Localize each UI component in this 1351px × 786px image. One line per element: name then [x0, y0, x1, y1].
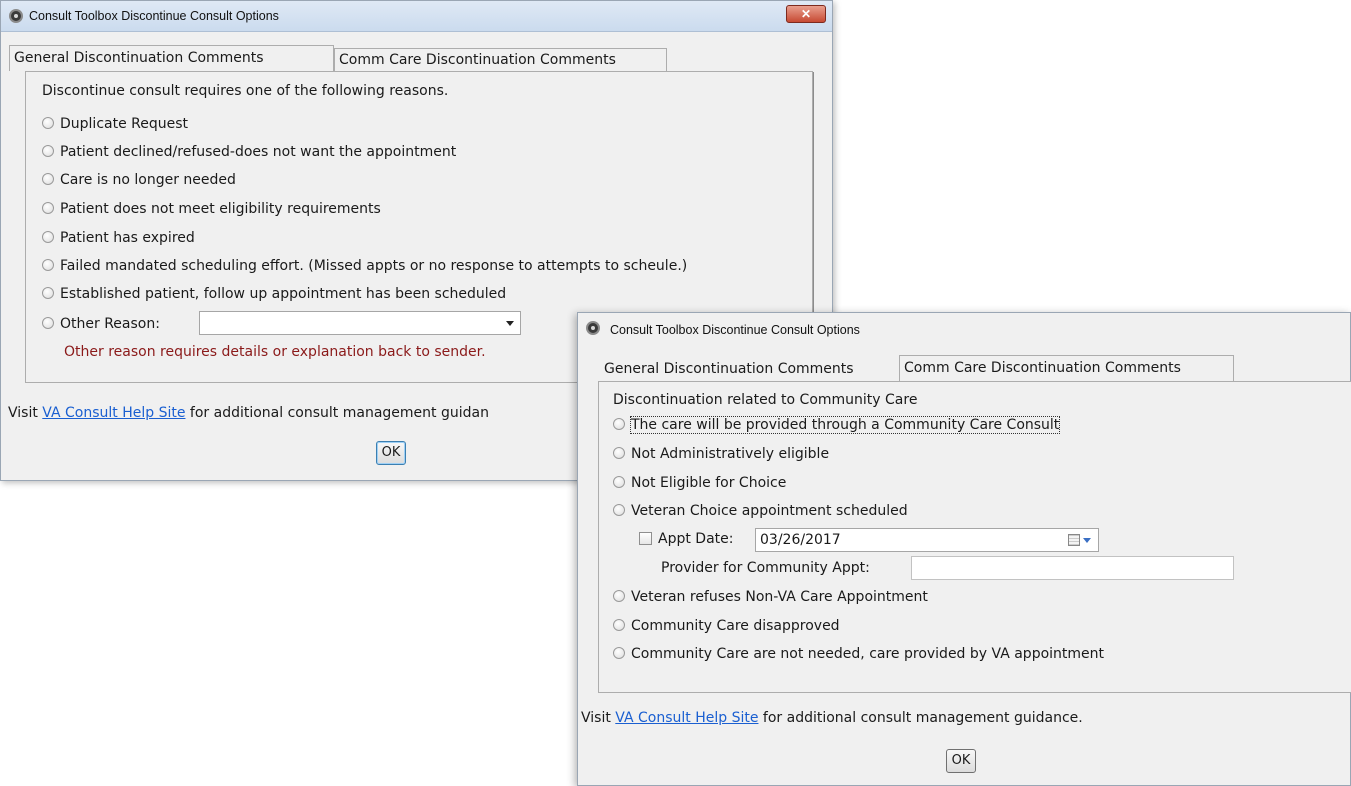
appt-date-checkbox[interactable] — [639, 532, 652, 545]
provider-label: Provider for Community Appt: — [661, 560, 870, 576]
radio-label: Care is no longer needed — [60, 172, 236, 188]
help-footer: Visit VA Consult Help Site for additiona… — [8, 403, 489, 423]
radio-label: Community Care disapproved — [631, 618, 840, 634]
reason-patient-declined[interactable]: Patient declined/refused-does not want t… — [42, 142, 456, 162]
tab-label: Comm Care Discontinuation Comments — [904, 360, 1181, 376]
radio-button[interactable] — [42, 317, 54, 329]
footer-text: Visit — [8, 405, 43, 421]
reason-veteran-refuses[interactable]: Veteran refuses Non-VA Care Appointment — [613, 587, 928, 607]
reason-failed-scheduling[interactable]: Failed mandated scheduling effort. (Miss… — [42, 256, 687, 276]
title-bar[interactable]: Consult Toolbox Discontinue Consult Opti… — [578, 313, 1350, 343]
appt-date-picker[interactable]: 03/26/2017 — [755, 528, 1099, 552]
chevron-down-icon[interactable] — [1083, 538, 1091, 543]
tab-comm-care-discontinuation[interactable]: Comm Care Discontinuation Comments — [334, 48, 667, 71]
reason-not-eligible[interactable]: Patient does not meet eligibility requir… — [42, 199, 381, 219]
radio-button[interactable] — [613, 647, 625, 659]
reason-veteran-choice-scheduled[interactable]: Veteran Choice appointment scheduled — [613, 501, 908, 521]
radio-button[interactable] — [613, 418, 625, 430]
radio-button[interactable] — [42, 259, 54, 271]
reason-community-care-disapproved[interactable]: Community Care disapproved — [613, 616, 840, 636]
intro-text: Discontinuation related to Community Car… — [613, 392, 918, 408]
tab-label: General Discontinuation Comments — [604, 361, 854, 377]
footer-text: for additional consult management guidan — [185, 405, 489, 421]
tab-label: Comm Care Discontinuation Comments — [339, 52, 616, 68]
tab-general-discontinuation[interactable]: General Discontinuation Comments — [600, 358, 899, 381]
intro-text: Discontinue consult requires one of the … — [42, 83, 449, 99]
radio-button[interactable] — [42, 173, 54, 185]
footer-text: for additional consult management guidan… — [758, 710, 1083, 726]
radio-button[interactable] — [613, 619, 625, 631]
radio-label: Established patient, follow up appointme… — [60, 286, 507, 302]
radio-button[interactable] — [42, 117, 54, 129]
window-title: Consult Toolbox Discontinue Consult Opti… — [610, 323, 860, 337]
radio-button[interactable] — [613, 590, 625, 602]
radio-label: Failed mandated scheduling effort. (Miss… — [60, 258, 688, 274]
va-seal-icon — [9, 9, 23, 23]
reason-established-patient[interactable]: Established patient, follow up appointme… — [42, 284, 506, 304]
appt-date-label: Appt Date: — [658, 531, 734, 547]
radio-button[interactable] — [42, 202, 54, 214]
title-bar[interactable]: Consult Toolbox Discontinue Consult Opti… — [1, 1, 832, 32]
tab-strip: General Discontinuation Comments Comm Ca… — [9, 45, 829, 71]
close-button[interactable]: ✕ — [786, 5, 826, 23]
radio-label: Community Care are not needed, care prov… — [631, 646, 1105, 662]
radio-label: Veteran refuses Non-VA Care Appointment — [631, 589, 928, 605]
radio-button[interactable] — [613, 476, 625, 488]
radio-label: Patient declined/refused-does not want t… — [60, 144, 457, 160]
reason-not-admin-eligible[interactable]: Not Administratively eligible — [613, 444, 829, 464]
va-seal-icon — [586, 321, 600, 335]
other-reason-warning: Other reason requires details or explana… — [64, 344, 486, 360]
reason-not-eligible-choice[interactable]: Not Eligible for Choice — [613, 473, 786, 493]
reason-community-care-consult[interactable]: The care will be provided through a Comm… — [613, 415, 1061, 435]
radio-button[interactable] — [613, 447, 625, 459]
reason-other[interactable]: Other Reason: — [42, 314, 160, 334]
radio-label: Patient has expired — [60, 230, 195, 246]
reason-duplicate-request[interactable]: Duplicate Request — [42, 114, 188, 134]
appt-date-checkbox-row[interactable]: Appt Date: — [639, 529, 733, 549]
radio-label: Duplicate Request — [60, 116, 189, 132]
radio-button[interactable] — [42, 231, 54, 243]
window-title: Consult Toolbox Discontinue Consult Opti… — [29, 9, 279, 23]
tab-comm-care-discontinuation[interactable]: Comm Care Discontinuation Comments — [899, 355, 1234, 381]
radio-label: The care will be provided through a Comm… — [629, 416, 1061, 434]
radio-button[interactable] — [42, 287, 54, 299]
ok-button[interactable]: OK — [376, 441, 406, 465]
tab-general-discontinuation[interactable]: General Discontinuation Comments — [9, 45, 334, 71]
radio-label: Veteran Choice appointment scheduled — [631, 503, 908, 519]
ok-button[interactable]: OK — [946, 749, 976, 773]
reason-care-provided-by-va[interactable]: Community Care are not needed, care prov… — [613, 644, 1104, 664]
discontinue-options-dialog-comm-care: Consult Toolbox Discontinue Consult Opti… — [577, 312, 1351, 786]
reason-care-not-needed[interactable]: Care is no longer needed — [42, 170, 236, 190]
help-footer: Visit VA Consult Help Site for additiona… — [581, 708, 1083, 728]
radio-label: Not Administratively eligible — [631, 446, 830, 462]
reason-patient-expired[interactable]: Patient has expired — [42, 228, 195, 248]
provider-input[interactable] — [911, 556, 1234, 580]
footer-text: Visit — [581, 710, 616, 726]
tab-strip: General Discontinuation Comments Comm Ca… — [600, 355, 1340, 381]
radio-button[interactable] — [613, 504, 625, 516]
calendar-icon[interactable] — [1068, 534, 1080, 546]
help-site-link[interactable]: VA Consult Help Site — [615, 710, 758, 726]
appt-date-value: 03/26/2017 — [760, 532, 841, 548]
radio-label: Other Reason: — [60, 316, 160, 332]
other-reason-dropdown[interactable] — [199, 311, 521, 335]
radio-button[interactable] — [42, 145, 54, 157]
radio-label: Not Eligible for Choice — [631, 475, 787, 491]
chevron-down-icon[interactable] — [506, 321, 514, 326]
tab-label: General Discontinuation Comments — [14, 50, 264, 66]
radio-label: Patient does not meet eligibility requir… — [60, 201, 381, 217]
help-site-link[interactable]: VA Consult Help Site — [42, 405, 185, 421]
